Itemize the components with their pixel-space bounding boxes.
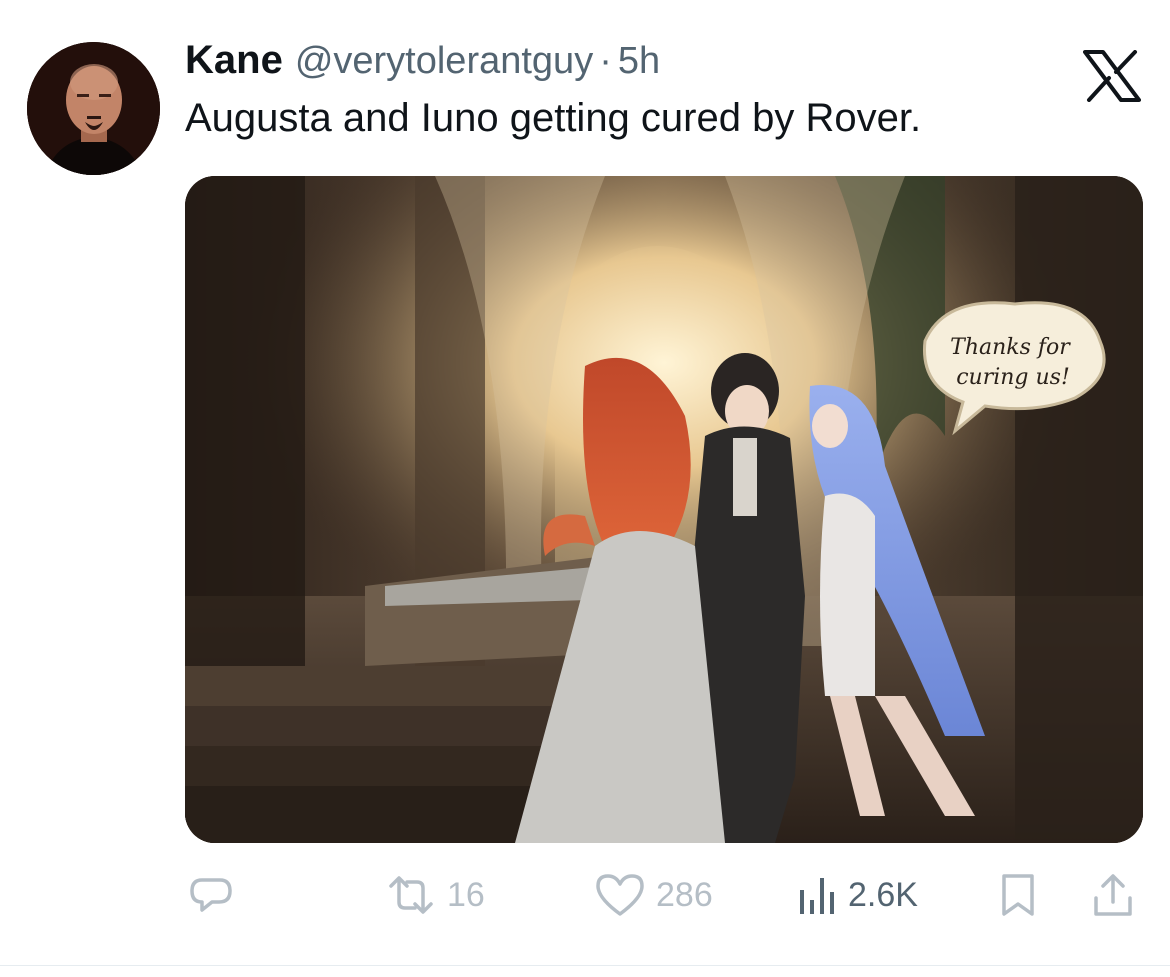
- author-handle[interactable]: @verytolerantguy: [295, 40, 593, 83]
- tweet-image[interactable]: Thanks for curing us!: [185, 176, 1143, 843]
- retweet-button[interactable]: 16: [385, 872, 485, 918]
- bookmark-button[interactable]: [998, 872, 1038, 918]
- x-logo-icon: [1083, 50, 1141, 102]
- timestamp[interactable]: 5h: [618, 40, 660, 83]
- like-count: 286: [656, 875, 713, 914]
- retweet-count: 16: [447, 875, 485, 914]
- views-button[interactable]: 2.6K: [798, 872, 918, 918]
- tweet-header: Kane @verytolerantguy · 5h: [185, 38, 660, 88]
- speech-bubble-line-1: Thanks for: [950, 335, 1071, 360]
- divider: [0, 965, 1170, 966]
- share-icon: [1094, 874, 1132, 916]
- speech-bubble-line-2: curing us!: [956, 365, 1070, 390]
- heart-icon: [596, 874, 644, 916]
- separator-dot: ·: [599, 40, 612, 82]
- tweet-text: Augusta and Iuno getting cured by Rover.: [185, 96, 922, 140]
- like-button[interactable]: 286: [594, 872, 713, 918]
- bookmark-icon: [1002, 874, 1034, 916]
- views-count: 2.6K: [848, 875, 918, 914]
- retweet-icon: [389, 876, 433, 914]
- avatar-image: [27, 42, 160, 175]
- artwork-illustration: Thanks for curing us!: [185, 176, 1143, 843]
- reply-icon: [190, 878, 232, 912]
- avatar[interactable]: [27, 42, 160, 175]
- tweet-card: Kane @verytolerantguy · 5h Augusta and I…: [0, 0, 1170, 977]
- action-bar: 16 286 2.6K: [0, 860, 1170, 930]
- share-button[interactable]: [1090, 872, 1136, 918]
- reply-button[interactable]: [188, 872, 234, 918]
- views-icon: [800, 878, 834, 914]
- author-name[interactable]: Kane: [185, 38, 283, 83]
